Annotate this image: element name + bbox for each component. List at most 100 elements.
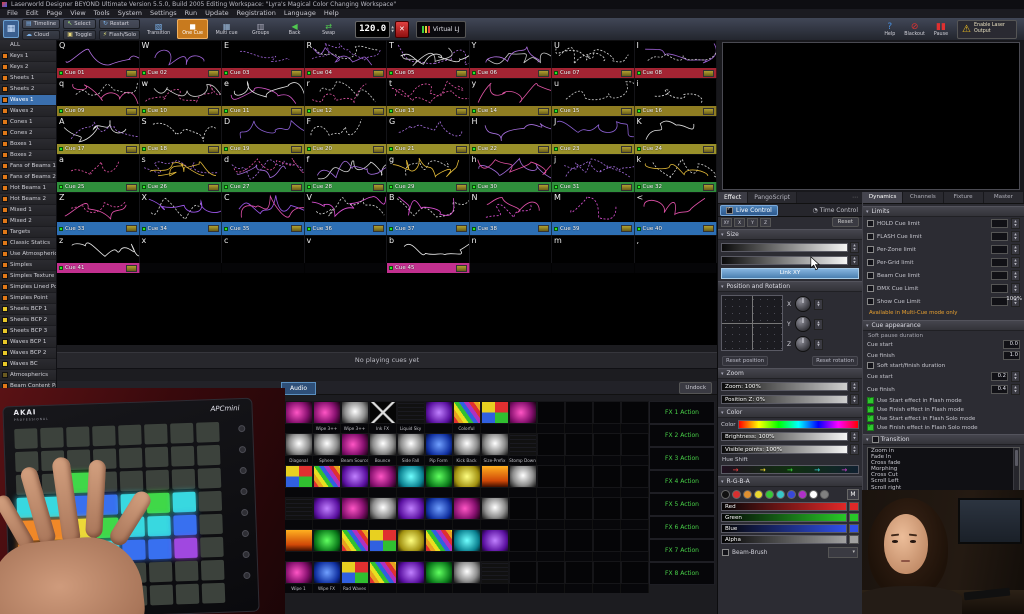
knob-y-stepper[interactable] — [814, 319, 823, 330]
sidebar-item-beam-content-pack[interactable]: Beam Content Pack — [0, 381, 56, 388]
cue-cell[interactable]: x — [140, 235, 223, 263]
limit-stepper[interactable] — [1011, 283, 1020, 294]
cue-cell[interactable]: h — [470, 154, 553, 182]
palette-dot[interactable] — [721, 490, 730, 499]
sidebar-item-sheets-bcp-2[interactable]: Sheets BCP 2 — [0, 315, 56, 326]
grid-mode-button[interactable]: ▦ — [3, 20, 19, 38]
cue-cell[interactable]: G — [387, 116, 470, 144]
cue-bar-segment[interactable]: Cue 23 — [552, 144, 635, 154]
cue-bar-segment[interactable]: Cue 24 — [635, 144, 718, 154]
fx-thumb[interactable] — [565, 529, 593, 552]
sidebar-item-waves-1[interactable]: Waves 1 — [0, 95, 56, 106]
fx-thumb[interactable] — [425, 529, 453, 552]
cue-bar-segment[interactable]: Cue 29 — [387, 182, 470, 192]
fx-thumb[interactable] — [481, 529, 509, 552]
sidebar-item-targets[interactable]: Targets — [0, 227, 56, 238]
sidebar-item-classic-statics[interactable]: Classic Statics — [0, 238, 56, 249]
fx-action-slot[interactable]: FX 5 Action — [649, 493, 715, 516]
cue-cell[interactable]: a — [57, 154, 140, 182]
cue-bar-segment[interactable]: Cue 08 — [635, 68, 718, 78]
color-section-header[interactable]: Color — [718, 407, 862, 418]
cue-bar-segment[interactable]: Cue 15 — [552, 106, 635, 116]
cue-bar-segment[interactable]: Cue 09 — [57, 106, 140, 116]
fx-thumb[interactable] — [425, 433, 453, 456]
sidebar-item-cones-1[interactable]: Cones 1 — [0, 117, 56, 128]
appearance-value[interactable]: 0.0 — [1003, 340, 1020, 349]
color-slider[interactable] — [738, 420, 859, 429]
fx-thumb[interactable] — [481, 401, 509, 424]
soft-checkbox[interactable] — [867, 362, 874, 369]
cue-bar-segment[interactable]: Cue 18 — [140, 144, 223, 154]
fx-thumb[interactable] — [425, 497, 453, 520]
tab-pangoscript[interactable]: PangoScript — [748, 192, 797, 203]
fx-thumb[interactable] — [621, 529, 649, 552]
cue-cell[interactable]: r — [305, 78, 388, 106]
cue-cell[interactable]: R — [305, 40, 388, 68]
tab-dynamics[interactable]: Dynamics — [863, 192, 903, 203]
size-x-slider[interactable] — [721, 243, 848, 252]
fx-thumb[interactable] — [369, 401, 397, 424]
fx-thumb[interactable] — [453, 561, 481, 584]
cue-bar-segment[interactable]: Cue 03 — [222, 68, 305, 78]
cue-bar-segment[interactable]: Cue 26 — [140, 182, 223, 192]
fx-thumb[interactable] — [313, 465, 341, 488]
fx-thumb[interactable] — [397, 529, 425, 552]
fx-thumb[interactable] — [369, 561, 397, 584]
cue-cell[interactable]: k — [635, 154, 718, 182]
appearance-stepper[interactable] — [1011, 371, 1020, 382]
toolbar-toggle[interactable]: ▣Toggle — [63, 30, 96, 40]
cue-bar-segment[interactable]: Cue 21 — [387, 144, 470, 154]
sidebar-item-waves-bcp-2[interactable]: Waves BCP 2 — [0, 348, 56, 359]
menu-file[interactable]: File — [3, 9, 22, 18]
fx-action-slot[interactable]: FX 1 Action — [649, 401, 715, 424]
slider-red[interactable]: Red — [721, 502, 847, 511]
axis-y-button[interactable]: Y — [747, 218, 758, 227]
fx-thumb[interactable] — [397, 401, 425, 424]
palette-dot[interactable] — [798, 490, 807, 499]
fx-thumb[interactable] — [565, 561, 593, 584]
cue-bar-segment[interactable]: Cue 13 — [387, 106, 470, 116]
fx-thumb[interactable] — [425, 465, 453, 488]
fx-thumb[interactable] — [397, 465, 425, 488]
cue-cell[interactable]: d — [222, 154, 305, 182]
cue-bar-segment[interactable]: Cue 11 — [222, 106, 305, 116]
menu-view[interactable]: View — [66, 9, 89, 18]
fx-thumb[interactable] — [621, 497, 649, 520]
undock-button[interactable]: Undock — [679, 382, 712, 394]
cue-cell[interactable]: w — [140, 78, 223, 106]
palette-dot[interactable] — [743, 490, 752, 499]
appearance-value[interactable]: 1.0 — [1003, 351, 1020, 360]
cue-bar-segment[interactable]: Cue 38 — [470, 222, 553, 235]
cue-cell[interactable]: u — [552, 78, 635, 106]
cue-bar-segment[interactable]: Cue 16 — [635, 106, 718, 116]
sidebar-item-sheets-1[interactable]: Sheets 1 — [0, 73, 56, 84]
limit-stepper[interactable] — [1011, 270, 1020, 281]
cue-cell[interactable]: s — [140, 154, 223, 182]
flash-effect-checkbox[interactable] — [867, 406, 874, 413]
cue-bar-segment[interactable]: Cue 45 — [387, 263, 470, 273]
fx-action-slot[interactable]: FX 8 Action — [649, 562, 715, 585]
fx-thumb[interactable] — [425, 561, 453, 584]
cue-bar-segment[interactable]: Cue 30 — [470, 182, 553, 192]
menu-page[interactable]: Page — [42, 9, 66, 18]
cue-cell[interactable]: v — [305, 235, 388, 263]
brightness-slider[interactable]: Brightness: 100% — [721, 432, 848, 441]
visible-points-slider[interactable]: Visible points: 100% — [721, 445, 848, 454]
cue-cell[interactable]: Y — [470, 40, 553, 68]
cue-cell[interactable]: N — [470, 192, 553, 222]
hue-shift-slider[interactable]: →→→→→ — [721, 465, 859, 474]
fx-thumb[interactable] — [481, 465, 509, 488]
knob-x[interactable] — [795, 296, 811, 312]
limit-checkbox[interactable] — [867, 220, 874, 227]
fx-thumb[interactable] — [313, 433, 341, 456]
appearance-section-header[interactable]: Cue appearance — [863, 320, 1024, 331]
sidebar-item-waves-bcp-1[interactable]: Waves BCP 1 — [0, 337, 56, 348]
fx-thumb[interactable] — [453, 497, 481, 520]
limit-checkbox[interactable] — [867, 272, 874, 279]
sidebar-item-boxes-1[interactable]: Boxes 1 — [0, 139, 56, 150]
knob-z[interactable] — [795, 336, 811, 352]
fx-thumb[interactable] — [285, 497, 313, 520]
reset-rotation-button[interactable]: Reset rotation — [812, 356, 858, 366]
tab-time-control[interactable]: ◔Time Control — [812, 207, 860, 214]
fx-thumb[interactable] — [341, 529, 369, 552]
